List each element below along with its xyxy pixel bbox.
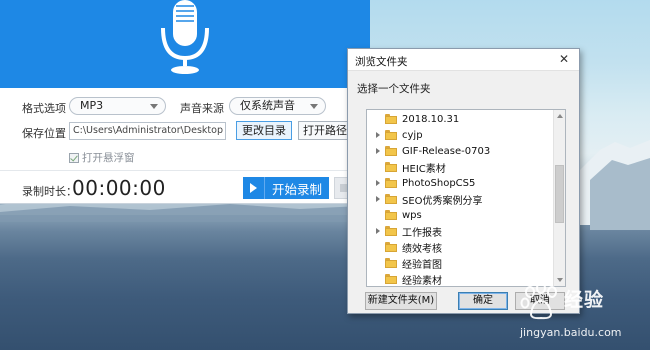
expander-empty — [373, 159, 385, 175]
folder-name: 经验素材 — [402, 275, 442, 287]
chevron-right-icon[interactable] — [373, 175, 385, 191]
duration-value: 00:00:00 — [72, 176, 166, 200]
new-folder-button[interactable]: 新建文件夹(M) — [365, 292, 437, 310]
format-label: 格式选项 — [22, 102, 66, 115]
folder-icon — [385, 274, 397, 284]
save-path-field[interactable]: C:\Users\Administrator\Desktop — [69, 122, 226, 140]
folder-icon — [385, 130, 397, 140]
folder-name: GIF-Release-0703 — [402, 145, 491, 157]
watermark-brand: 经验 — [564, 289, 605, 311]
folder-icon — [385, 194, 397, 204]
scroll-up-icon[interactable] — [554, 110, 565, 122]
folder-icon — [385, 178, 397, 188]
folder-item[interactable]: wps — [367, 207, 553, 223]
vertical-scrollbar[interactable] — [553, 110, 565, 286]
browse-folder-dialog: 浏览文件夹 ✕ 选择一个文件夹 2018.10.31 cyjp GIF-Rele… — [347, 48, 580, 314]
expander-empty — [373, 111, 385, 127]
chevron-down-icon — [310, 104, 318, 109]
expander-empty — [373, 271, 385, 286]
folder-name: 经验首图 — [402, 259, 442, 271]
chevron-right-icon[interactable] — [373, 143, 385, 159]
watermark-url: jingyan.baidu.com — [520, 326, 622, 339]
folder-name: wps — [402, 209, 422, 221]
scrollbar-thumb[interactable] — [555, 165, 564, 223]
chevron-right-icon[interactable] — [373, 191, 385, 207]
duration-label: 录制时长： — [22, 185, 77, 198]
save-location-label: 保存位置 — [22, 127, 66, 140]
folder-item[interactable]: SEO优秀案例分享 — [367, 191, 553, 207]
chevron-right-icon[interactable] — [373, 127, 385, 143]
folder-item[interactable]: 经验首图 — [367, 255, 553, 271]
folder-item[interactable]: cyjp — [367, 127, 553, 143]
open-path-button[interactable]: 打开路径 — [298, 121, 352, 140]
dialog-title: 浏览文件夹 — [355, 56, 408, 68]
dialog-titlebar[interactable]: 浏览文件夹 ✕ — [348, 49, 579, 71]
folder-name: HEIC素材 — [402, 163, 446, 175]
format-select[interactable]: MP3 — [69, 97, 166, 115]
start-recording-button[interactable]: 开始录制 — [243, 177, 329, 199]
start-recording-label: 开始录制 — [272, 181, 323, 197]
expander-empty — [373, 239, 385, 255]
recorder-header — [0, 0, 370, 88]
microphone-icon — [161, 0, 209, 74]
folder-name: 工作报表 — [402, 227, 442, 239]
ok-button[interactable]: 确定 — [458, 292, 508, 310]
checkbox-checked-icon — [69, 152, 79, 163]
paw-logo-icon — [520, 282, 557, 320]
source-label: 声音来源 — [180, 102, 224, 115]
change-directory-button[interactable]: 更改目录 — [236, 121, 292, 140]
folder-name: cyjp — [402, 129, 423, 141]
format-select-value: MP3 — [80, 99, 104, 112]
baidu-jingyan-watermark: 经验 jingyan.baidu.com — [520, 282, 645, 348]
folder-item[interactable]: 2018.10.31 — [367, 111, 553, 127]
expander-empty — [373, 255, 385, 271]
divider — [0, 170, 370, 171]
folder-item[interactable]: GIF-Release-0703 — [367, 143, 553, 159]
dialog-prompt: 选择一个文件夹 — [357, 83, 431, 95]
folder-item[interactable]: 工作报表 — [367, 223, 553, 239]
floating-window-checkbox[interactable]: 打开悬浮窗 — [69, 150, 135, 165]
folder-icon — [385, 162, 397, 172]
play-icon — [243, 177, 265, 199]
folder-name: 绩效考核 — [402, 243, 442, 255]
source-select-value: 仅系统声音 — [240, 99, 295, 112]
folder-name: PhotoShopCS5 — [402, 177, 476, 189]
audio-recorder-window: 格式选项 MP3 声音来源 仅系统声音 保存位置 C:\Users\Admini… — [0, 0, 370, 204]
source-select[interactable]: 仅系统声音 — [229, 97, 326, 115]
folder-icon — [385, 242, 397, 252]
folder-item[interactable]: PhotoShopCS5 — [367, 175, 553, 191]
folder-name: SEO优秀案例分享 — [402, 195, 483, 207]
folder-item[interactable]: HEIC素材 — [367, 159, 553, 175]
expander-empty — [373, 207, 385, 223]
folder-icon — [385, 226, 397, 236]
folder-icon — [385, 258, 397, 268]
folder-item[interactable]: 绩效考核 — [367, 239, 553, 255]
chevron-down-icon — [150, 104, 158, 109]
folder-tree[interactable]: 2018.10.31 cyjp GIF-Release-0703 HEIC素材 … — [366, 109, 566, 287]
folder-name: 2018.10.31 — [402, 113, 460, 125]
floating-window-label: 打开悬浮窗 — [82, 152, 135, 164]
folder-icon — [385, 146, 397, 156]
close-icon[interactable]: ✕ — [556, 52, 572, 67]
chevron-right-icon[interactable] — [373, 223, 385, 239]
folder-icon — [385, 210, 397, 220]
folder-icon — [385, 114, 397, 124]
